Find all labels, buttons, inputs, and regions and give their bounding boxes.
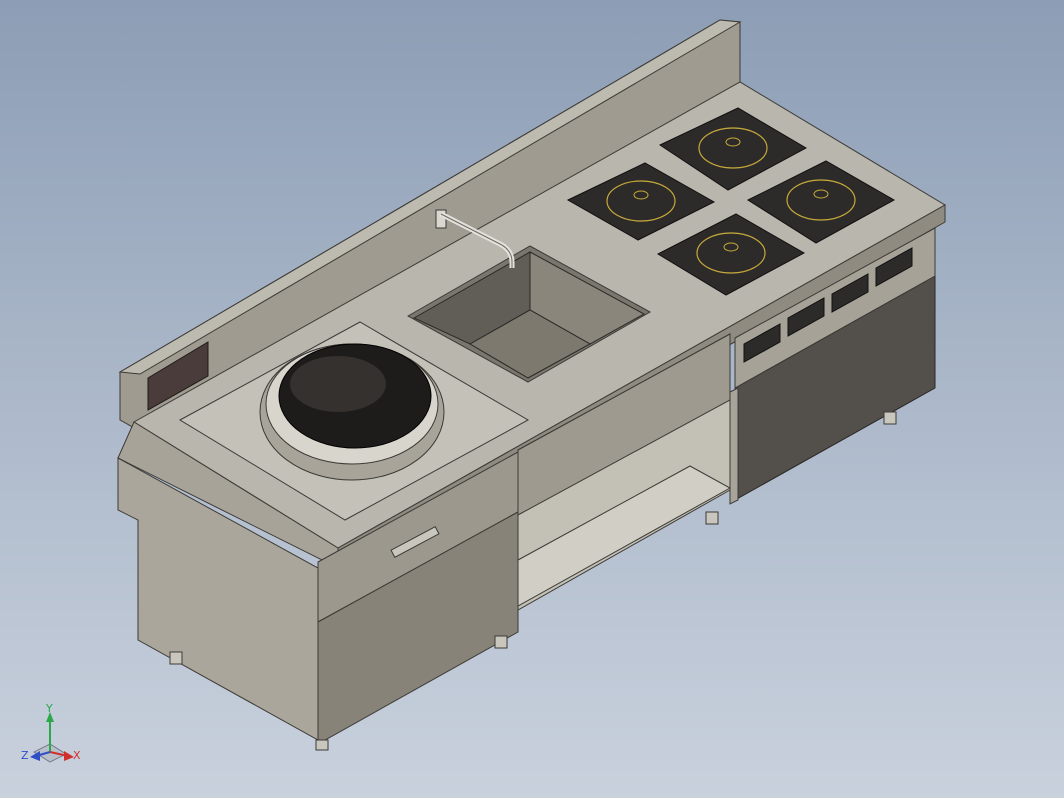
leg (705, 511, 719, 525)
coordinate-triad (30, 712, 74, 763)
wok-bowl-highlight (290, 356, 386, 412)
triad-label-z: Z (21, 749, 29, 762)
leg (883, 411, 897, 425)
cad-model-kitchen-counter[interactable] (0, 0, 1064, 798)
leg (315, 739, 329, 751)
triad-label-x: X (73, 749, 81, 762)
faucet-base (435, 209, 447, 229)
graphics-viewport[interactable]: Y X Z (0, 0, 1064, 798)
leg (169, 651, 183, 665)
leg (494, 635, 508, 649)
triad-label-y: Y (46, 702, 53, 715)
right-cabinet-side-strip (729, 387, 739, 505)
